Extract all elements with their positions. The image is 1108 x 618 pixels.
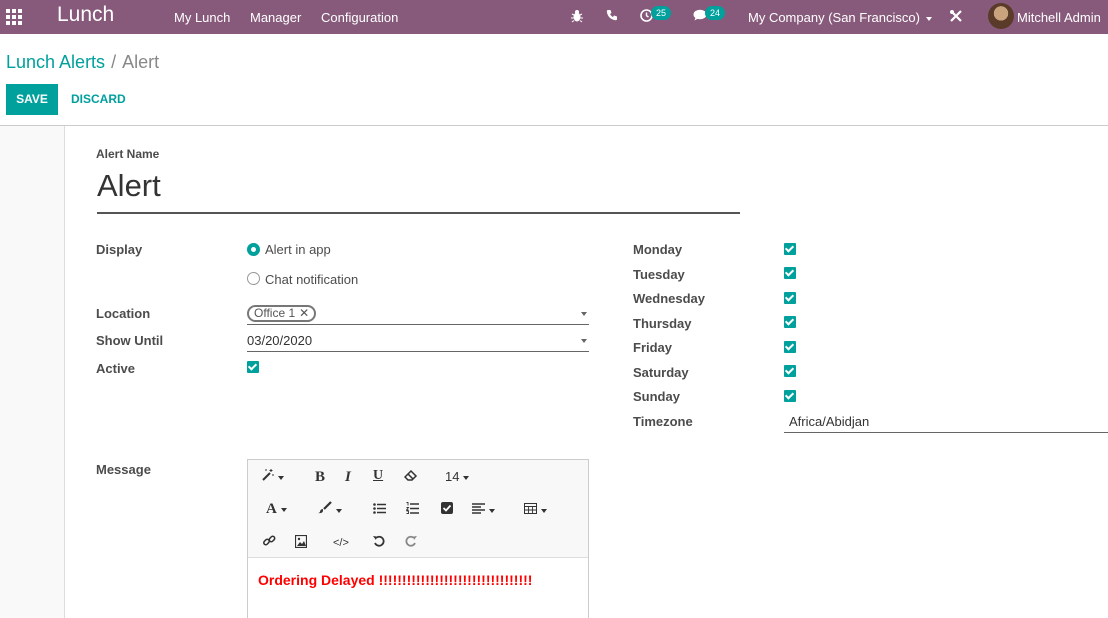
menu-configuration[interactable]: Configuration [321, 10, 398, 25]
location-tag-label: Office 1 [254, 306, 296, 320]
bold-icon[interactable]: B [315, 469, 325, 485]
code-view-icon[interactable]: </> [333, 535, 349, 551]
font-size-dropdown[interactable]: 14 [445, 469, 470, 485]
top-navbar: Lunch My Lunch Manager Configuration 25 … [0, 0, 1108, 34]
font-size-value: 14 [445, 469, 460, 484]
active-checkbox[interactable] [247, 361, 259, 373]
eraser-icon[interactable] [403, 469, 418, 485]
monday-checkbox[interactable] [784, 243, 796, 255]
underline-icon[interactable]: U [373, 468, 383, 484]
message-label: Message [96, 462, 151, 477]
image-icon[interactable] [294, 534, 308, 552]
show-until-field[interactable]: 03/20/2020 [247, 330, 589, 352]
user-avatar[interactable] [988, 3, 1014, 29]
day-label-wednesday: Wednesday [633, 291, 706, 306]
app-brand[interactable]: Lunch [57, 3, 114, 27]
breadcrumb: Lunch Alerts / Alert [6, 52, 159, 73]
user-name[interactable]: Mitchell Admin [1017, 10, 1101, 25]
location-label: Location [96, 306, 151, 321]
undo-icon[interactable] [373, 535, 385, 551]
show-until-value: 03/20/2020 [247, 333, 313, 348]
magic-wand-icon[interactable] [262, 469, 284, 485]
saturday-checkbox[interactable] [784, 365, 796, 377]
active-label: Active [96, 361, 136, 376]
chevron-down-icon [925, 16, 932, 21]
phone-icon[interactable] [606, 9, 618, 25]
align-icon[interactable] [472, 502, 495, 518]
radio-chat-notification[interactable] [247, 272, 260, 285]
numbered-list-icon[interactable] [405, 502, 419, 518]
italic-icon[interactable]: I [345, 469, 351, 485]
menu-manager[interactable]: Manager [250, 10, 301, 25]
wednesday-checkbox[interactable] [784, 292, 796, 304]
day-label-tuesday: Tuesday [633, 267, 685, 282]
message-editor[interactable]: B I U 14 A </> Ordering Delayed !!!!!!!!… [247, 459, 589, 618]
radio-alert-in-app-label[interactable]: Alert in app [265, 242, 331, 257]
display-label: Display [96, 242, 143, 257]
breadcrumb-separator: / [111, 52, 117, 72]
editor-toolbar: B I U 14 A </> [248, 460, 588, 558]
discard-button[interactable]: DISCARD [71, 84, 126, 115]
redo-icon[interactable] [405, 535, 417, 551]
font-color-icon[interactable]: A [266, 501, 287, 517]
chevron-down-icon [463, 475, 470, 480]
thursday-checkbox[interactable] [784, 316, 796, 328]
day-label-monday: Monday [633, 242, 683, 257]
debug-tools-icon[interactable] [949, 9, 963, 27]
radio-chat-notification-label[interactable]: Chat notification [265, 272, 358, 287]
apps-menu-icon[interactable] [6, 9, 24, 25]
activity-count-badge: 25 [651, 6, 672, 20]
breadcrumb-parent[interactable]: Lunch Alerts [6, 52, 105, 72]
menu-my-lunch[interactable]: My Lunch [174, 10, 230, 25]
timezone-label: Timezone [633, 414, 693, 429]
radio-alert-in-app[interactable] [247, 243, 260, 256]
day-label-friday: Friday [633, 340, 673, 355]
day-label-thursday: Thursday [633, 316, 692, 331]
timezone-value: Africa/Abidjan [789, 414, 870, 429]
company-switcher[interactable]: My Company (San Francisco) [748, 10, 932, 25]
remove-tag-icon[interactable]: ✕ [299, 306, 309, 320]
day-label-sunday: Sunday [633, 389, 680, 404]
location-tag: Office 1 ✕ [247, 305, 317, 322]
message-count-badge: 24 [705, 6, 726, 20]
show-until-label: Show Until [96, 333, 164, 348]
link-icon[interactable] [263, 535, 276, 552]
location-field[interactable]: Office 1 ✕ [247, 303, 589, 325]
company-name: My Company (San Francisco) [748, 10, 920, 25]
timezone-field[interactable]: Africa/Abidjan [784, 411, 1108, 433]
friday-checkbox[interactable] [784, 341, 796, 353]
save-button[interactable]: SAVE [6, 84, 58, 115]
table-icon[interactable] [524, 502, 547, 518]
paintbrush-icon[interactable] [318, 501, 342, 518]
checklist-icon[interactable] [441, 502, 453, 518]
chevron-down-icon[interactable] [581, 312, 587, 316]
alert-name-input[interactable]: Alert [97, 168, 740, 214]
bullet-list-icon[interactable] [373, 502, 386, 518]
title-label: Alert Name [96, 147, 160, 161]
message-content[interactable]: Ordering Delayed !!!!!!!!!!!!!!!!!!!!!!!… [258, 572, 532, 588]
bug-icon[interactable] [571, 9, 583, 27]
tuesday-checkbox[interactable] [784, 267, 796, 279]
day-label-saturday: Saturday [633, 365, 689, 380]
breadcrumb-current: Alert [122, 52, 160, 72]
chevron-down-icon[interactable] [581, 339, 587, 343]
sunday-checkbox[interactable] [784, 390, 796, 402]
